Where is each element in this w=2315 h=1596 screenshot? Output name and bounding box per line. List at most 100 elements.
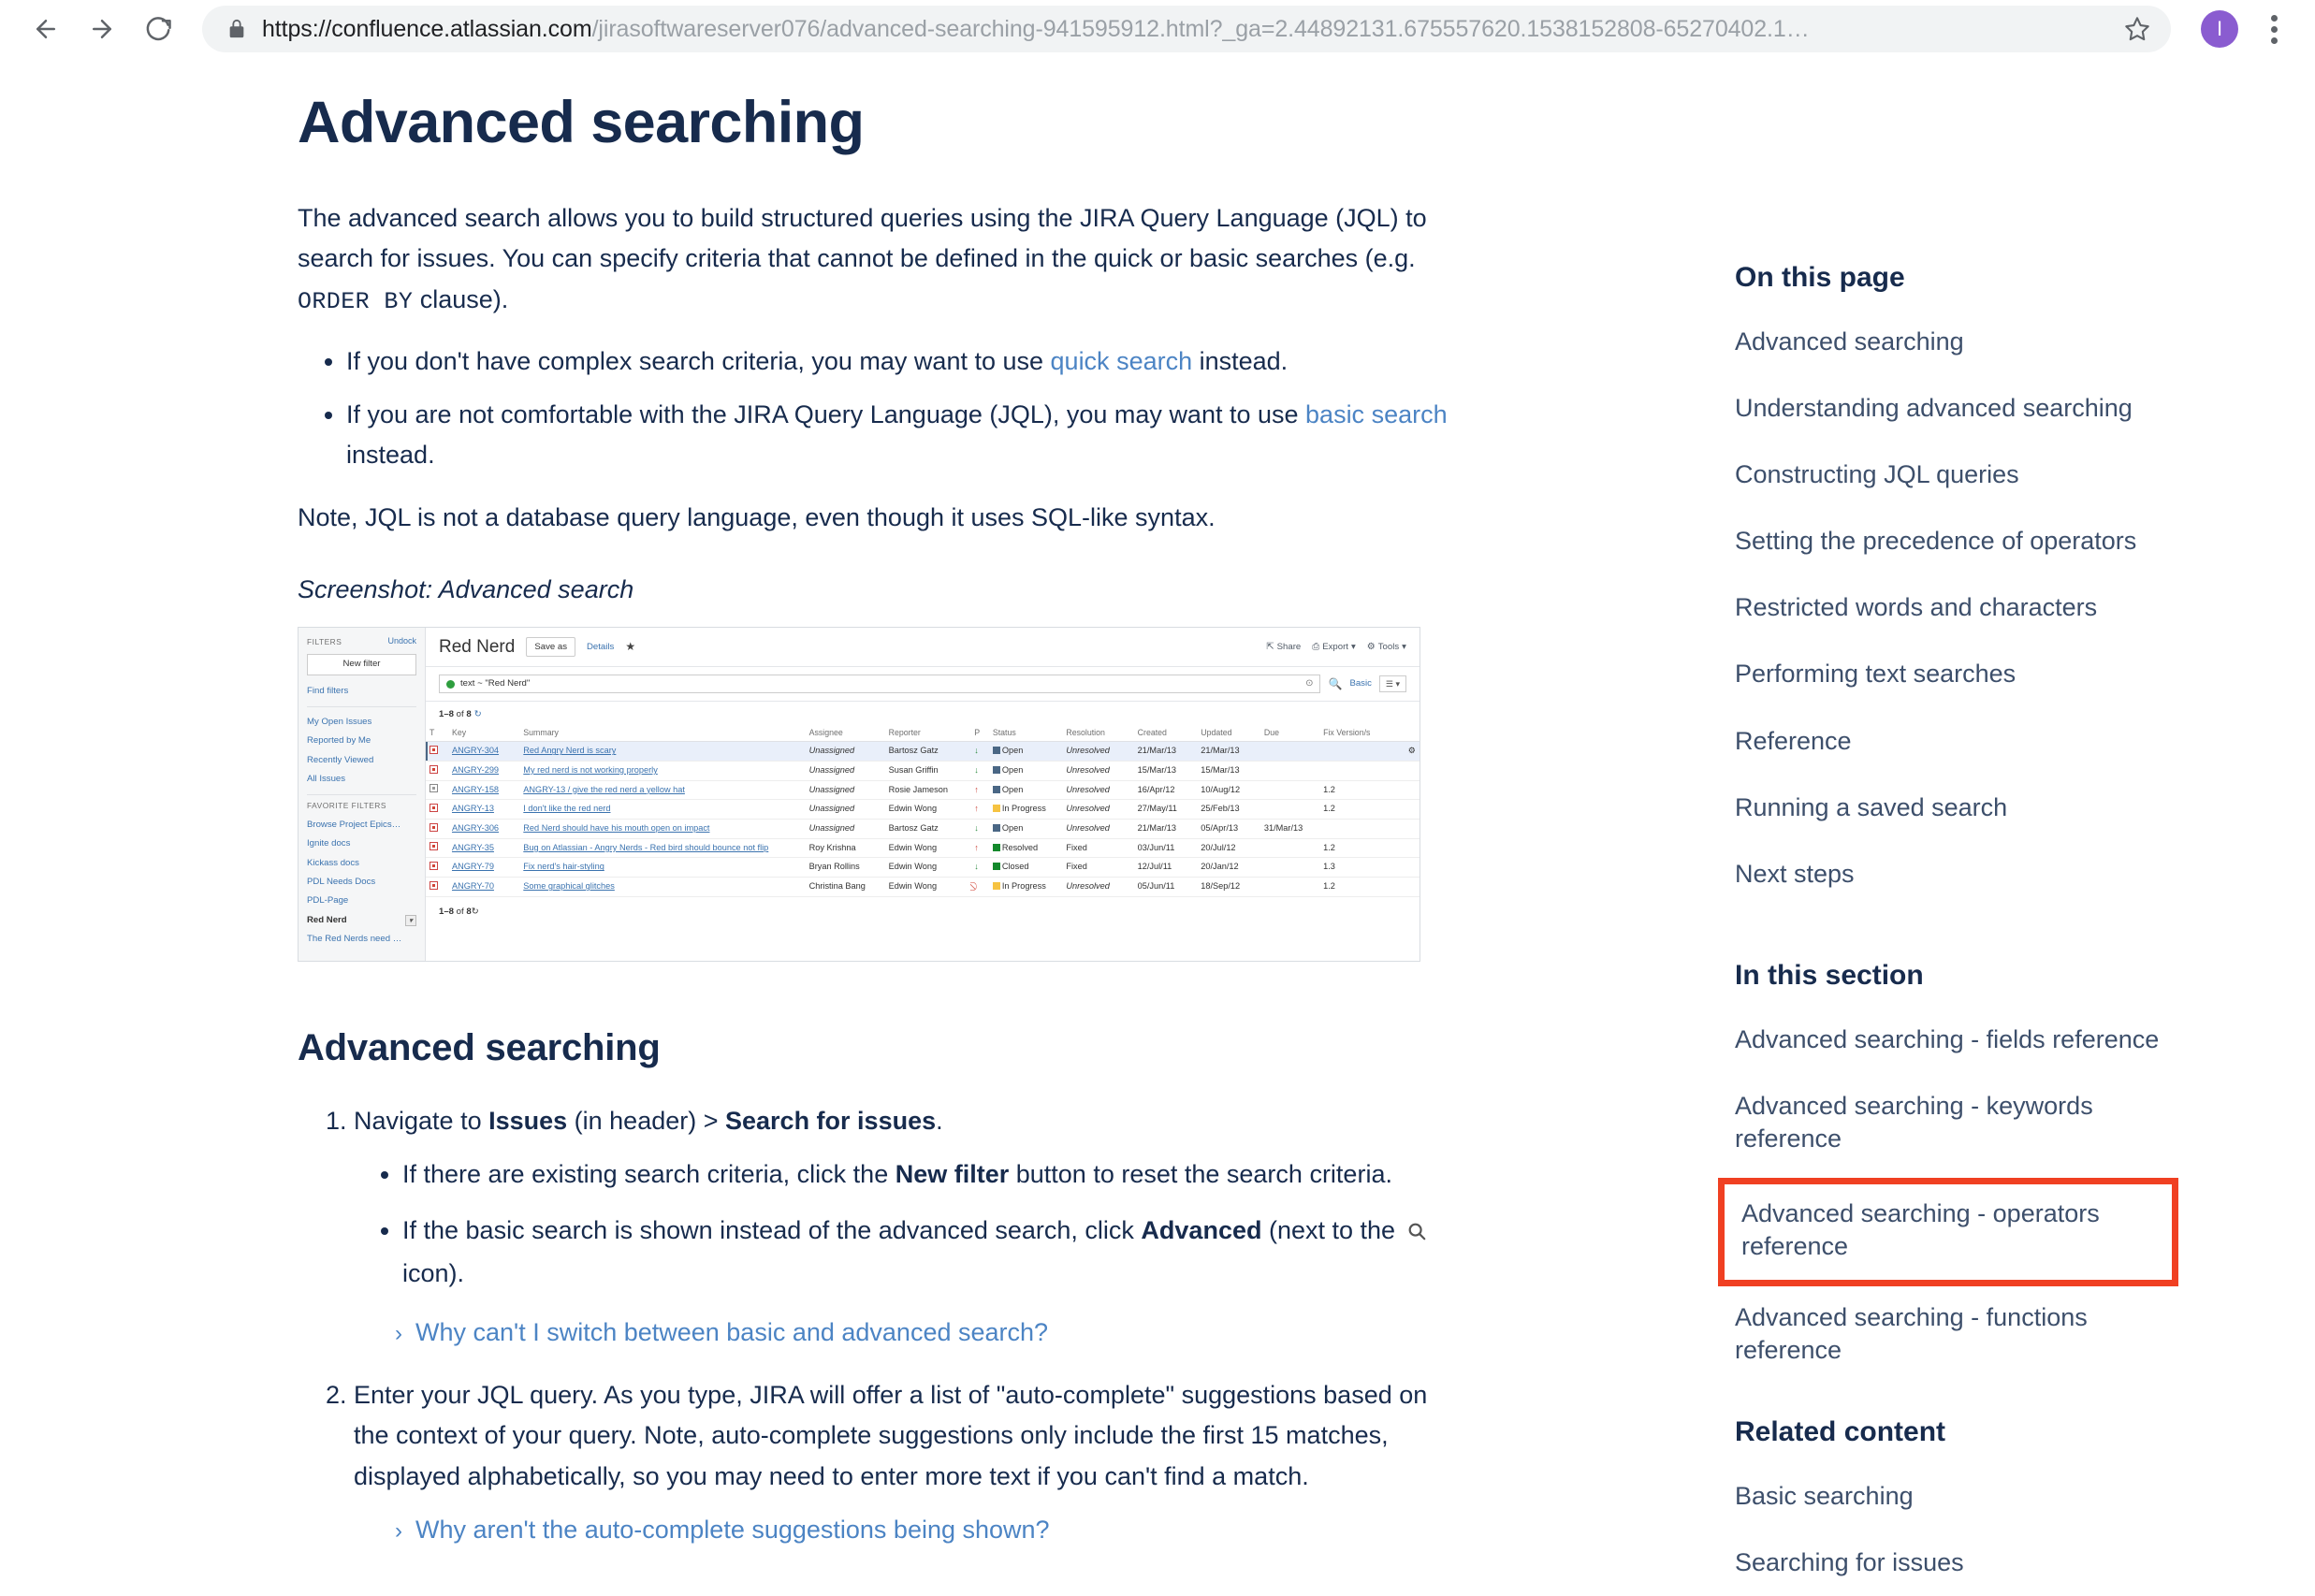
favorite-star-icon[interactable]: ★	[625, 640, 635, 654]
details-link[interactable]: Details	[587, 642, 614, 653]
toc-link-performing-text-searches[interactable]: Performing text searches	[1735, 658, 2162, 690]
col-priority[interactable]: P	[970, 725, 989, 743]
forward-button[interactable]	[77, 4, 127, 54]
issue-key-link[interactable]: ANGRY-299	[452, 765, 499, 775]
cell-key[interactable]: ANGRY-158	[447, 780, 520, 801]
sidebar-item-my-open-issues[interactable]: My Open Issues	[307, 713, 416, 732]
cell-key[interactable]: ANGRY-35	[447, 838, 520, 859]
col-updated[interactable]: Updated	[1197, 725, 1260, 743]
issue-summary-link[interactable]: Bug on Atlassian - Angry Nerds - Red bir…	[523, 843, 768, 852]
cell-key[interactable]: ANGRY-79	[447, 857, 520, 878]
expander-switch-search[interactable]: › Why can't I switch between basic and ad…	[395, 1313, 1450, 1353]
col-key[interactable]: Key	[447, 725, 520, 743]
toc-link-restricted-words-and-characters[interactable]: Restricted words and characters	[1735, 591, 2162, 624]
issue-key-link[interactable]: ANGRY-70	[452, 881, 494, 891]
issue-summary-link[interactable]: I don't like the red nerd	[523, 804, 610, 813]
toc-link-setting-precedence-of-operators[interactable]: Setting the precedence of operators	[1735, 525, 2162, 558]
toc-link-next-steps[interactable]: Next steps	[1735, 858, 2162, 891]
section-link-keywords-reference[interactable]: Advanced searching - keywords reference	[1735, 1090, 2162, 1155]
find-filters-link[interactable]: Find filters	[307, 682, 416, 701]
save-as-button[interactable]: Save as	[526, 637, 575, 658]
toc-link-advanced-searching[interactable]: Advanced searching	[1735, 326, 2162, 358]
cell-actions[interactable]	[1396, 819, 1420, 839]
section-link-operators-reference[interactable]: Advanced searching - operators reference	[1741, 1197, 2155, 1263]
cell-summary[interactable]: ANGRY-13 / give the red nerd a yellow ha…	[519, 780, 806, 801]
new-filter-button[interactable]: New filter	[307, 653, 416, 675]
issue-summary-link[interactable]: ANGRY-13 / give the red nerd a yellow ha…	[523, 785, 685, 794]
expander-autocomplete[interactable]: › Why aren't the auto-complete suggestion…	[395, 1516, 1450, 1545]
address-bar[interactable]: https://confluence.atlassian.com/jirasof…	[202, 6, 2171, 52]
issue-key-link[interactable]: ANGRY-306	[452, 823, 499, 833]
cell-key[interactable]: ANGRY-13	[447, 799, 520, 820]
bookmark-star-icon[interactable]	[2117, 8, 2158, 50]
table-row[interactable]: ANGRY-79 Fix nerd's hair-styling Bryan Rol…	[426, 857, 1420, 878]
refresh-icon[interactable]: ↻	[474, 709, 482, 719]
table-row[interactable]: ANGRY-13 I don't like the red nerd Unassig…	[426, 799, 1420, 820]
col-type[interactable]: T	[426, 725, 448, 743]
kebab-menu-icon[interactable]	[2253, 5, 2294, 53]
table-row[interactable]: ANGRY-299 My red nerd is not working prop…	[426, 761, 1420, 781]
quick-search-link[interactable]: quick search	[1051, 347, 1193, 375]
section-link-fields-reference[interactable]: Advanced searching - fields reference	[1735, 1023, 2162, 1056]
sidebar-item-red-nerds-need[interactable]: The Red Nerds need …	[307, 930, 416, 949]
sidebar-item-kickass-docs[interactable]: Kickass docs	[307, 854, 416, 873]
issue-key-link[interactable]: ANGRY-13	[452, 804, 494, 813]
cell-summary[interactable]: My red nerd is not working properly	[519, 761, 806, 781]
sidebar-item-browse-project-epics[interactable]: Browse Project Epics…	[307, 816, 416, 834]
issue-key-link[interactable]: ANGRY-304	[452, 746, 499, 755]
reload-button[interactable]	[133, 4, 183, 54]
col-created[interactable]: Created	[1133, 725, 1198, 743]
issue-summary-link[interactable]: Fix nerd's hair-styling	[523, 862, 604, 871]
col-due[interactable]: Due	[1259, 725, 1320, 743]
cell-key[interactable]: ANGRY-299	[447, 761, 520, 781]
issue-summary-link[interactable]: My red nerd is not working properly	[523, 765, 658, 775]
gear-icon[interactable]: ⚙	[1408, 746, 1416, 755]
tools-button[interactable]: ⚙ Tools ▾	[1367, 642, 1406, 654]
refresh-icon[interactable]: ↻	[472, 907, 479, 917]
table-row[interactable]: ANGRY-304 Red Angry Nerd is scary Unassign…	[426, 741, 1420, 762]
basic-search-link[interactable]: basic search	[1305, 400, 1448, 428]
cell-summary[interactable]: Some graphical glitches	[519, 877, 806, 897]
toc-link-understanding-advanced-searching[interactable]: Understanding advanced searching	[1735, 392, 2162, 425]
cell-summary[interactable]: Fix nerd's hair-styling	[519, 857, 806, 878]
cell-actions[interactable]	[1396, 857, 1420, 878]
cell-key[interactable]: ANGRY-70	[447, 877, 520, 897]
table-row[interactable]: ANGRY-158 ANGRY-13 / give the red nerd a …	[426, 780, 1420, 801]
issue-summary-link[interactable]: Red Angry Nerd is scary	[523, 746, 616, 755]
col-reporter[interactable]: Reporter	[884, 725, 971, 743]
related-link-basic-searching[interactable]: Basic searching	[1735, 1480, 2162, 1513]
cell-actions[interactable]	[1396, 838, 1420, 859]
issue-summary-link[interactable]: Red Nerd should have his mouth open on i…	[523, 823, 709, 833]
table-row[interactable]: ANGRY-35 Bug on Atlassian - Angry Nerds -…	[426, 838, 1420, 859]
list-view-icon[interactable]: ☰ ▾	[1378, 675, 1406, 693]
sidebar-item-red-nerd[interactable]: Red Nerd ▾	[307, 911, 416, 930]
cell-key[interactable]: ANGRY-304	[447, 741, 520, 762]
cell-actions[interactable]	[1396, 780, 1420, 801]
issue-summary-link[interactable]: Some graphical glitches	[523, 881, 615, 891]
cell-key[interactable]: ANGRY-306	[447, 819, 520, 839]
table-row[interactable]: ANGRY-70 Some graphical glitches Christina…	[426, 877, 1420, 897]
undock-link[interactable]: Undock	[387, 636, 416, 646]
cell-actions[interactable]	[1396, 761, 1420, 781]
cell-actions[interactable]	[1396, 799, 1420, 820]
avatar[interactable]: I	[2201, 10, 2238, 48]
issue-key-link[interactable]: ANGRY-35	[452, 843, 494, 852]
cell-actions[interactable]	[1396, 877, 1420, 897]
sidebar-item-recently-viewed[interactable]: Recently Viewed	[307, 751, 416, 770]
col-resolution[interactable]: Resolution	[1062, 725, 1134, 743]
col-fix-versions[interactable]: Fix Version/s	[1319, 725, 1397, 743]
sidebar-item-pdl-page[interactable]: PDL-Page	[307, 892, 416, 910]
issue-key-link[interactable]: ANGRY-79	[452, 862, 494, 871]
toc-link-running-a-saved-search[interactable]: Running a saved search	[1735, 791, 2162, 824]
help-circle-icon[interactable]: ⊙	[1305, 678, 1313, 690]
chevron-down-icon[interactable]: ▾	[405, 914, 416, 926]
cell-summary[interactable]: Red Nerd should have his mouth open on i…	[519, 819, 806, 839]
section-link-functions-reference[interactable]: Advanced searching - functions reference	[1735, 1301, 2162, 1367]
search-icon[interactable]: 🔍	[1328, 677, 1342, 691]
col-assignee[interactable]: Assignee	[805, 725, 885, 743]
table-row[interactable]: ANGRY-306 Red Nerd should have his mouth …	[426, 819, 1420, 839]
basic-switch-link[interactable]: Basic	[1349, 678, 1371, 689]
issue-key-link[interactable]: ANGRY-158	[452, 785, 499, 794]
sidebar-item-reported-by-me[interactable]: Reported by Me	[307, 732, 416, 750]
cell-summary[interactable]: Red Angry Nerd is scary	[519, 741, 806, 762]
